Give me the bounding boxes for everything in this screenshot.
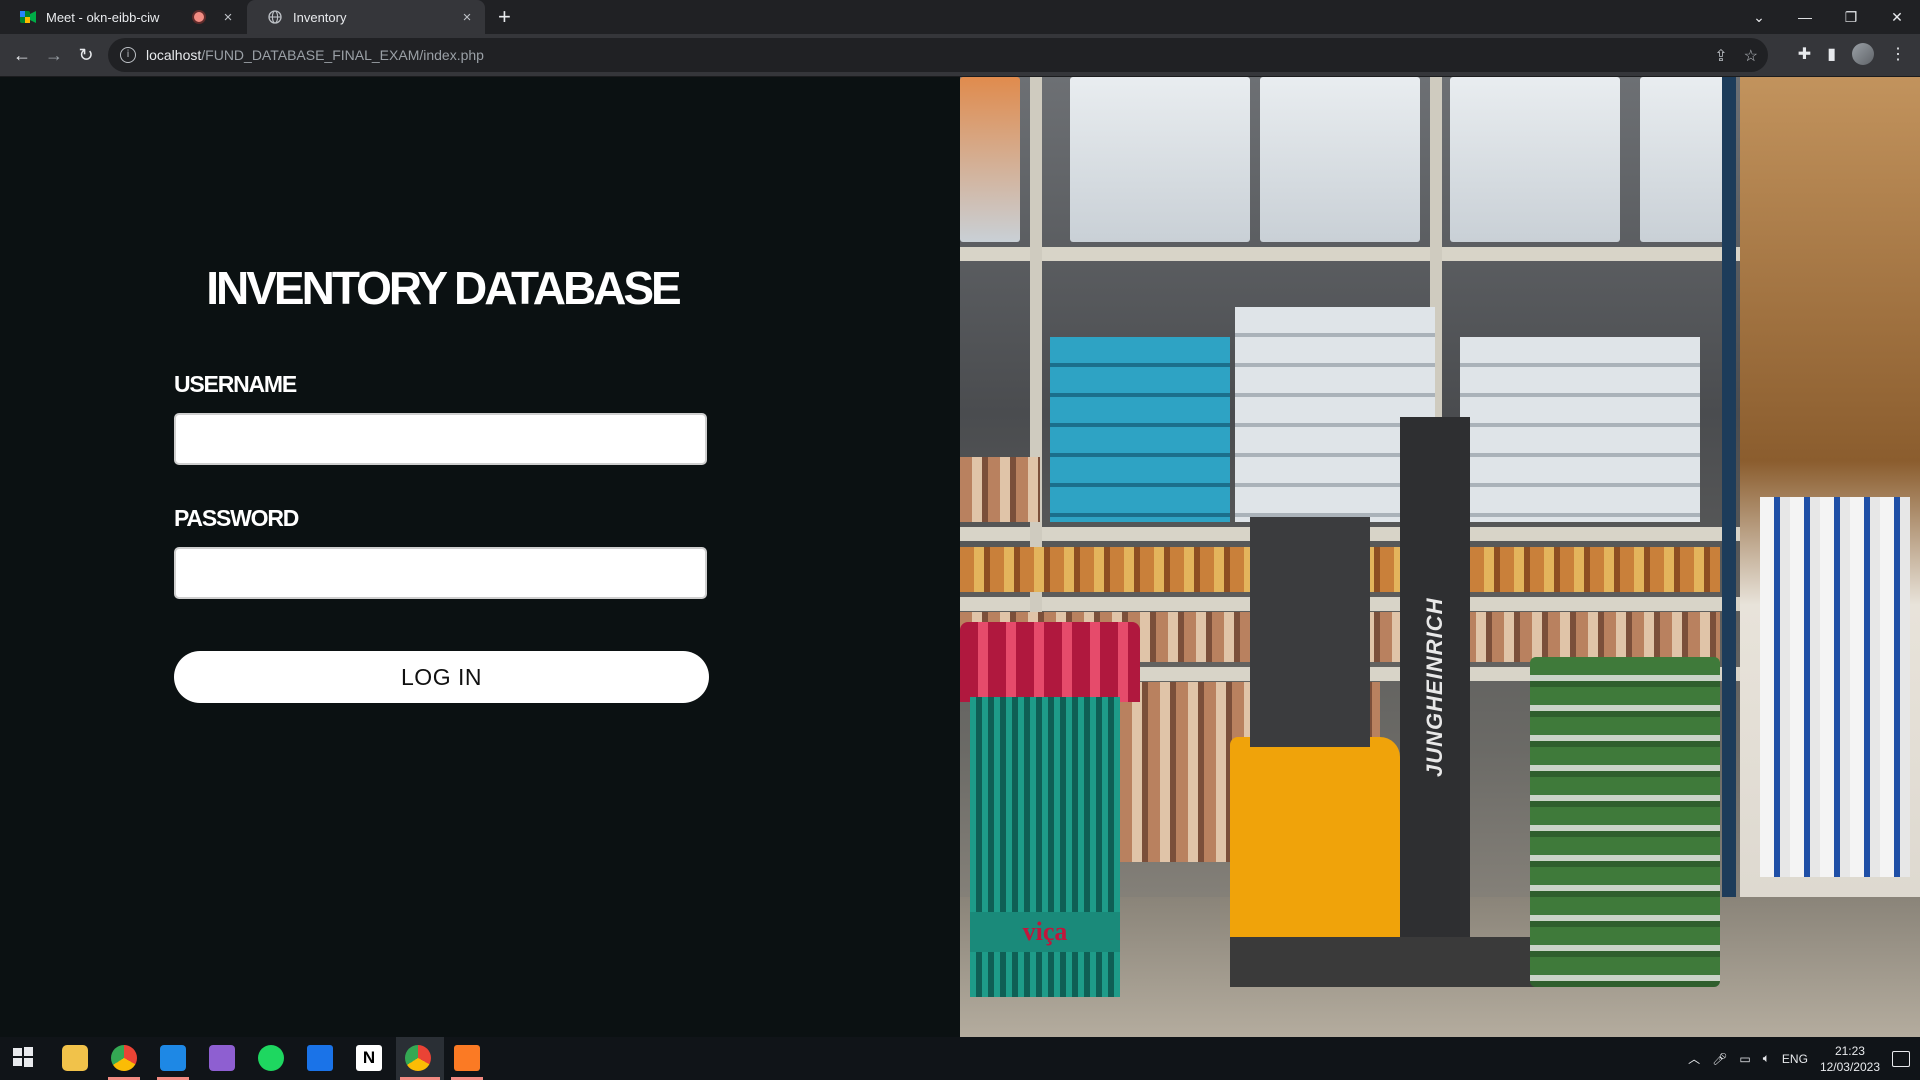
system-tray: ︿ 🎤︎ ▭ 🔈︎ ENG 21:23 12/03/2023 [1688, 1037, 1910, 1080]
forklift-brand: JUNGHEINRICH [1422, 597, 1447, 777]
back-arrow-icon[interactable]: ← [10, 43, 34, 67]
address-bar[interactable]: i localhost/FUND_DATABASE_FINAL_EXAM/ind… [108, 38, 1768, 72]
recording-indicator-icon [192, 10, 206, 24]
blue-post [1722, 77, 1736, 1017]
login-panel: INVENTORY DATABASE USERNAME PASSWORD LOG… [0, 77, 960, 1037]
clock-date: 12/03/2023 [1819, 1059, 1880, 1074]
globe-icon [267, 9, 283, 25]
shelf-beam [960, 247, 1740, 261]
pallet-top [1450, 77, 1620, 242]
windows-taskbar: N ︿ 🎤︎ ▭ 🔈︎ ENG 21:23 12/03/2023 [0, 1037, 1920, 1080]
bottles [1760, 497, 1910, 877]
sign-text: viça [970, 912, 1120, 952]
blue-bags [1050, 337, 1230, 522]
new-tab-button[interactable]: + [498, 6, 511, 28]
clock[interactable]: 21:23 12/03/2023 [1820, 1043, 1880, 1075]
tab-inventory[interactable]: Inventory × [247, 0, 485, 34]
profile-avatar[interactable] [1852, 43, 1874, 65]
close-tab-icon[interactable]: × [457, 9, 477, 26]
bookmark-star-icon[interactable]: ☆ [1744, 46, 1758, 66]
goods-row [960, 457, 1040, 522]
url-host: localhost [146, 47, 202, 63]
username-label: USERNAME [174, 371, 297, 397]
xampp-icon[interactable] [454, 1045, 480, 1071]
pallet-top [960, 77, 1020, 242]
notion-icon[interactable]: N [356, 1045, 382, 1071]
mop-heads [960, 622, 1140, 702]
site-info-icon[interactable]: i [120, 47, 136, 63]
white-bags [1460, 337, 1700, 522]
page: INVENTORY DATABASE USERNAME PASSWORD LOG… [0, 77, 1920, 1037]
language-indicator[interactable]: ENG [1782, 1052, 1808, 1066]
side-panel-icon[interactable]: ▮ [1827, 44, 1836, 64]
username-input[interactable] [174, 413, 707, 465]
tab-strip: Meet - okn-eibb-ciw × Inventory × + ⌄ — … [0, 0, 1920, 34]
browser-toolbar: ← → ↻ i localhost/FUND_DATABASE_FINAL_EX… [0, 34, 1920, 77]
vscode-icon[interactable] [160, 1045, 186, 1071]
share-icon[interactable]: ⇪ [1714, 46, 1727, 66]
tab-search-chevron-icon[interactable]: ⌄ [1736, 0, 1782, 34]
password-input[interactable] [174, 547, 707, 599]
page-title: INVENTORY DATABASE [206, 262, 682, 314]
close-window-button[interactable]: ✕ [1874, 0, 1920, 34]
close-tab-icon[interactable]: × [218, 9, 238, 26]
windows-start-icon[interactable] [12, 1046, 34, 1068]
green-bags [1530, 657, 1720, 987]
mop-handles [970, 697, 1120, 997]
chevron-up-icon[interactable]: ︿ [1688, 1050, 1700, 1067]
tab-title: Meet - okn-eibb-ciw [46, 9, 160, 25]
warehouse-photo: JUNGHEINRICH viça [960, 77, 1920, 1037]
microphone-icon[interactable]: 🎤︎ [1712, 1052, 1727, 1066]
volume-icon[interactable]: 🔈︎ [1763, 1051, 1770, 1066]
file-explorer-icon[interactable] [62, 1045, 88, 1071]
pallet-top [1260, 77, 1420, 242]
visual-studio-icon[interactable] [209, 1045, 235, 1071]
forklift-body [1230, 737, 1400, 947]
extensions-puzzle-icon[interactable]: ✚ [1798, 44, 1811, 64]
menu-kebab-icon[interactable]: ⋮ [1890, 44, 1906, 64]
tab-meet[interactable]: Meet - okn-eibb-ciw × [0, 0, 246, 34]
pallet-top [1070, 77, 1250, 242]
mail-icon[interactable] [307, 1045, 333, 1071]
password-label: PASSWORD [174, 505, 299, 531]
notification-icon[interactable] [1892, 1050, 1910, 1067]
clock-time: 21:23 [1834, 1043, 1865, 1058]
tab-title: Inventory [293, 9, 347, 25]
spotify-icon[interactable] [258, 1045, 284, 1071]
pallet-top [1640, 77, 1730, 242]
reload-icon[interactable]: ↻ [74, 43, 98, 67]
url-path: /FUND_DATABASE_FINAL_EXAM/index.php [201, 47, 484, 63]
restore-button[interactable]: ❐ [1828, 0, 1874, 34]
chrome-icon[interactable] [111, 1045, 137, 1071]
network-icon[interactable]: ▭ [1739, 1052, 1750, 1066]
forklift-cabin [1250, 517, 1370, 747]
forward-arrow-icon[interactable]: → [42, 43, 66, 67]
minimize-button[interactable]: — [1782, 0, 1828, 34]
login-button[interactable]: LOG IN [174, 651, 709, 703]
google-meet-icon [20, 9, 36, 25]
chrome-active-icon[interactable] [405, 1045, 431, 1071]
